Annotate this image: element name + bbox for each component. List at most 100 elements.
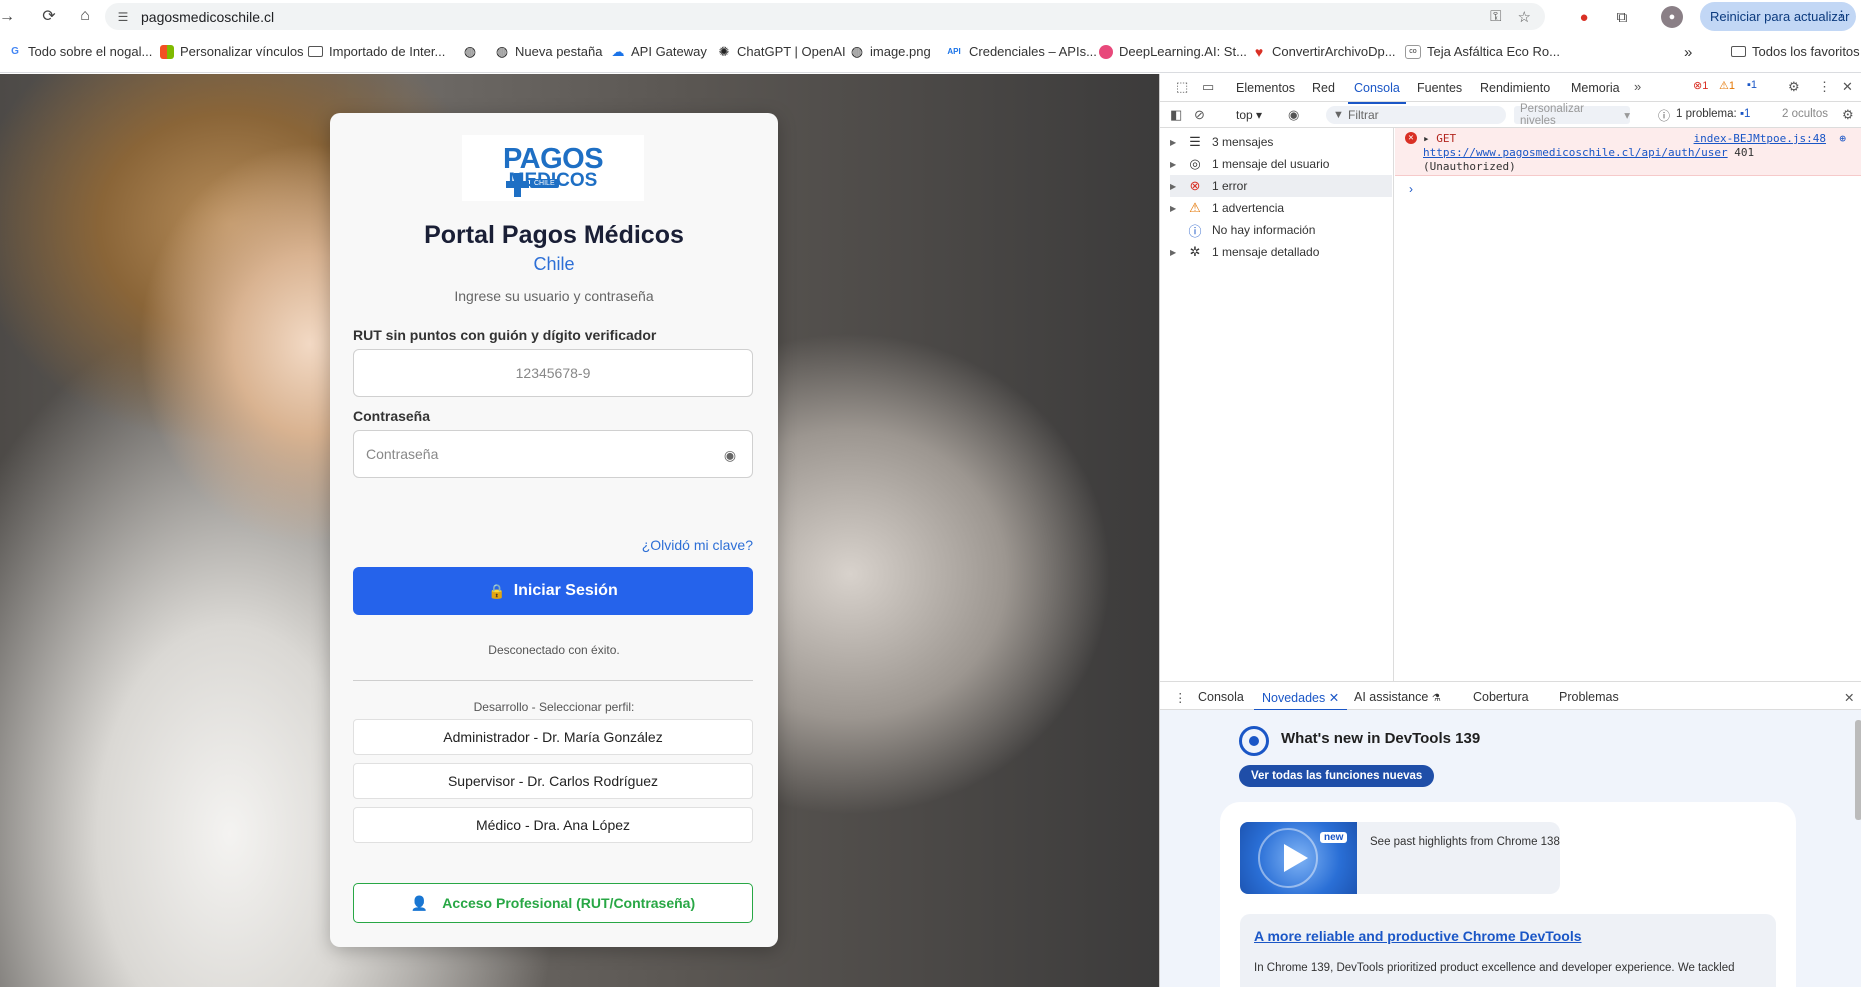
address-bar[interactable]: ☰ pagosmedicoschile.cl ⚿ ☆ xyxy=(105,3,1545,30)
rut-input[interactable]: 12345678-9 xyxy=(353,349,753,397)
profile-supervisor-button[interactable]: Supervisor - Dr. Carlos Rodríguez xyxy=(353,763,753,799)
console-settings-gear-icon[interactable]: ⚙ xyxy=(1842,107,1854,123)
drawer-tab-cobertura[interactable]: Cobertura xyxy=(1473,690,1529,704)
drawer-tab-problemas[interactable]: Problemas xyxy=(1559,690,1619,704)
sidebar-item-info[interactable]: ⓘ No hay información xyxy=(1170,219,1392,241)
profile-avatar-icon[interactable]: ● xyxy=(1661,6,1683,28)
bookmark-item[interactable]: ✺ ChatGPT | OpenAI xyxy=(717,44,846,60)
past-highlights-card[interactable]: new See past highlights from Chrome 138 xyxy=(1240,822,1560,894)
sidebar-toggle-icon[interactable]: ◧ xyxy=(1170,107,1182,123)
issue-link-icon[interactable]: ⊕ xyxy=(1839,132,1846,146)
bookmark-item[interactable]: ◍ image.png xyxy=(850,43,931,59)
tab-fuentes[interactable]: Fuentes xyxy=(1417,81,1462,95)
close-drawer-icon[interactable]: ✕ xyxy=(1844,690,1854,705)
see-all-features-button[interactable]: Ver todas las funciones nuevas xyxy=(1239,765,1435,787)
close-tab-icon[interactable]: ✕ xyxy=(1329,691,1339,705)
bookmark-item[interactable]: ◍ Nueva pestaña xyxy=(495,43,603,59)
expand-triangle-icon[interactable]: ▶ xyxy=(1170,138,1184,147)
bookmark-item[interactable]: ◍ xyxy=(463,43,483,59)
message-count-badge[interactable]: ▪1 xyxy=(1747,79,1757,91)
restart-update-button[interactable]: Reiniciar para actualizar ⋮ xyxy=(1700,2,1856,31)
bookmark-item[interactable]: ♥ ConvertirArchivoDp... xyxy=(1252,44,1396,60)
globe-icon: ◍ xyxy=(495,43,509,59)
profile-medico-button[interactable]: Médico - Dra. Ana López xyxy=(353,807,753,843)
console-filter-input[interactable]: ▼ Filtrar xyxy=(1326,106,1506,124)
warning-count-badge[interactable]: ⚠1 xyxy=(1719,79,1735,92)
url-text[interactable]: pagosmedicoschile.cl xyxy=(141,9,274,25)
bookmark-item[interactable]: Personalizar vínculos xyxy=(160,44,304,59)
password-input[interactable]: Contraseña ◉ xyxy=(353,430,753,478)
bookmark-item[interactable]: ☁ API Gateway xyxy=(611,44,707,60)
expand-triangle-icon[interactable]: ▶ xyxy=(1170,248,1184,257)
professional-access-button[interactable]: 👤 Acceso Profesional (RUT/Contraseña) xyxy=(353,883,753,923)
extension-record-icon[interactable]: ● xyxy=(1573,6,1595,28)
show-password-eye-icon[interactable]: ◉ xyxy=(722,447,738,463)
log-levels-dropdown[interactable]: Personalizar niveles ▾ xyxy=(1514,103,1630,127)
inspect-element-icon[interactable]: ⬚ xyxy=(1176,79,1188,95)
profile-admin-button[interactable]: Administrador - Dr. María González xyxy=(353,719,753,755)
error-url-link[interactable]: https://www.pagosmedicoschile.cl/api/aut… xyxy=(1423,146,1728,159)
bookmark-item[interactable]: co Teja Asfáltica Eco Ro... xyxy=(1405,44,1560,59)
article-title-link[interactable]: A more reliable and productive Chrome De… xyxy=(1254,928,1582,944)
filter-placeholder: Filtrar xyxy=(1348,108,1379,122)
site-info-icon[interactable]: ☰ xyxy=(115,9,131,25)
clear-console-icon[interactable]: ⊘ xyxy=(1194,107,1205,123)
devtools-menu-icon[interactable]: ⋮ xyxy=(1818,79,1831,95)
drawer-menu-icon[interactable]: ⋮ xyxy=(1174,690,1187,705)
sidebar-item-messages[interactable]: ▶ ☰ 3 mensajes xyxy=(1170,131,1392,153)
tab-consola[interactable]: Consola xyxy=(1348,81,1406,104)
sidebar-item-errors[interactable]: ▶ ⊗ 1 error xyxy=(1170,175,1392,197)
tab-elementos[interactable]: Elementos xyxy=(1236,81,1295,95)
expand-triangle-icon[interactable]: ▶ xyxy=(1170,182,1184,191)
close-devtools-icon[interactable]: ✕ xyxy=(1842,79,1853,95)
reload-icon[interactable]: ⟳ xyxy=(38,5,60,27)
drawer-scrollbar[interactable] xyxy=(1855,720,1861,820)
settings-gear-icon[interactable]: ⚙ xyxy=(1788,79,1800,95)
drawer-tab-consola[interactable]: Consola xyxy=(1198,690,1244,704)
password-key-icon[interactable]: ⚿ xyxy=(1490,8,1501,26)
console-prompt-icon[interactable]: › xyxy=(1409,182,1413,196)
expand-triangle-icon[interactable]: ▶ xyxy=(1170,204,1184,213)
more-tabs-chevron-icon[interactable]: » xyxy=(1634,79,1641,94)
bookmark-item[interactable]: DeepLearning.AI: St... xyxy=(1099,44,1247,59)
sidebar-item-warnings[interactable]: ▶ ⚠ 1 advertencia xyxy=(1170,197,1392,219)
password-placeholder: Contraseña xyxy=(366,446,439,462)
bookmarks-overflow-button[interactable]: » xyxy=(1684,44,1692,61)
deeplearning-icon xyxy=(1099,44,1113,59)
bookmark-item[interactable]: API Credenciales – APIs... xyxy=(945,44,1097,59)
all-bookmarks-folder[interactable]: Todos los favoritos xyxy=(1731,44,1860,59)
tab-memoria[interactable]: Memoria xyxy=(1571,81,1620,95)
device-toolbar-icon[interactable]: ▭ xyxy=(1202,79,1214,95)
bookmark-label: Todo sobre el nogal... xyxy=(28,44,153,59)
bookmark-star-icon[interactable]: ☆ xyxy=(1518,8,1531,26)
chrome-menu-icon[interactable]: ⋮ xyxy=(1835,8,1848,24)
context-selector[interactable]: top ▾ xyxy=(1236,108,1262,122)
error-source-link[interactable]: index-BEJMtpoe.js:48 xyxy=(1694,132,1826,146)
forward-icon[interactable]: → xyxy=(0,6,15,28)
tab-red[interactable]: Red xyxy=(1312,81,1335,95)
login-button[interactable]: 🔒 Iniciar Sesión xyxy=(353,567,753,615)
extensions-puzzle-icon[interactable]: ⧉ xyxy=(1611,6,1633,28)
console-error-message[interactable]: ✕ ▸ GET index-BEJMtpoe.js:48 ⊕ https://w… xyxy=(1395,128,1861,176)
logo-text-chile: CHILE xyxy=(530,179,559,188)
play-icon xyxy=(1284,844,1308,872)
forgot-password-link[interactable]: ¿Olvidó mi clave? xyxy=(642,537,753,553)
home-icon[interactable]: ⌂ xyxy=(74,5,96,27)
bookmark-folder[interactable]: Importado de Inter... xyxy=(308,44,445,59)
problems-label: 1 problema: xyxy=(1676,108,1737,120)
sidebar-item-user-messages[interactable]: ▶ ◎ 1 mensaje del usuario xyxy=(1170,153,1392,175)
message-count: 1 xyxy=(1750,79,1758,91)
problems-link[interactable]: 1 problema: ▪1 xyxy=(1676,108,1750,120)
video-thumbnail[interactable]: new xyxy=(1240,822,1357,894)
live-expression-eye-icon[interactable]: ◉ xyxy=(1288,107,1299,123)
expand-triangle-icon[interactable]: ▶ xyxy=(1170,160,1184,169)
error-icon: ⊗ xyxy=(1189,178,1201,193)
tab-rendimiento[interactable]: Rendimiento xyxy=(1480,81,1550,95)
expand-triangle-icon[interactable]: ▸ xyxy=(1423,132,1430,145)
bookmark-item[interactable]: G Todo sobre el nogal... xyxy=(8,44,152,59)
sidebar-item-verbose[interactable]: ▶ ✲ 1 mensaje detallado xyxy=(1170,241,1392,263)
site-favicon-icon: co xyxy=(1405,44,1421,59)
error-count-badge[interactable]: ⊗1 xyxy=(1693,79,1708,92)
drawer-tab-ai-assistance[interactable]: AI assistance ⚗ xyxy=(1354,690,1441,704)
drawer-tab-novedades[interactable]: Novedades ✕ xyxy=(1253,690,1348,711)
